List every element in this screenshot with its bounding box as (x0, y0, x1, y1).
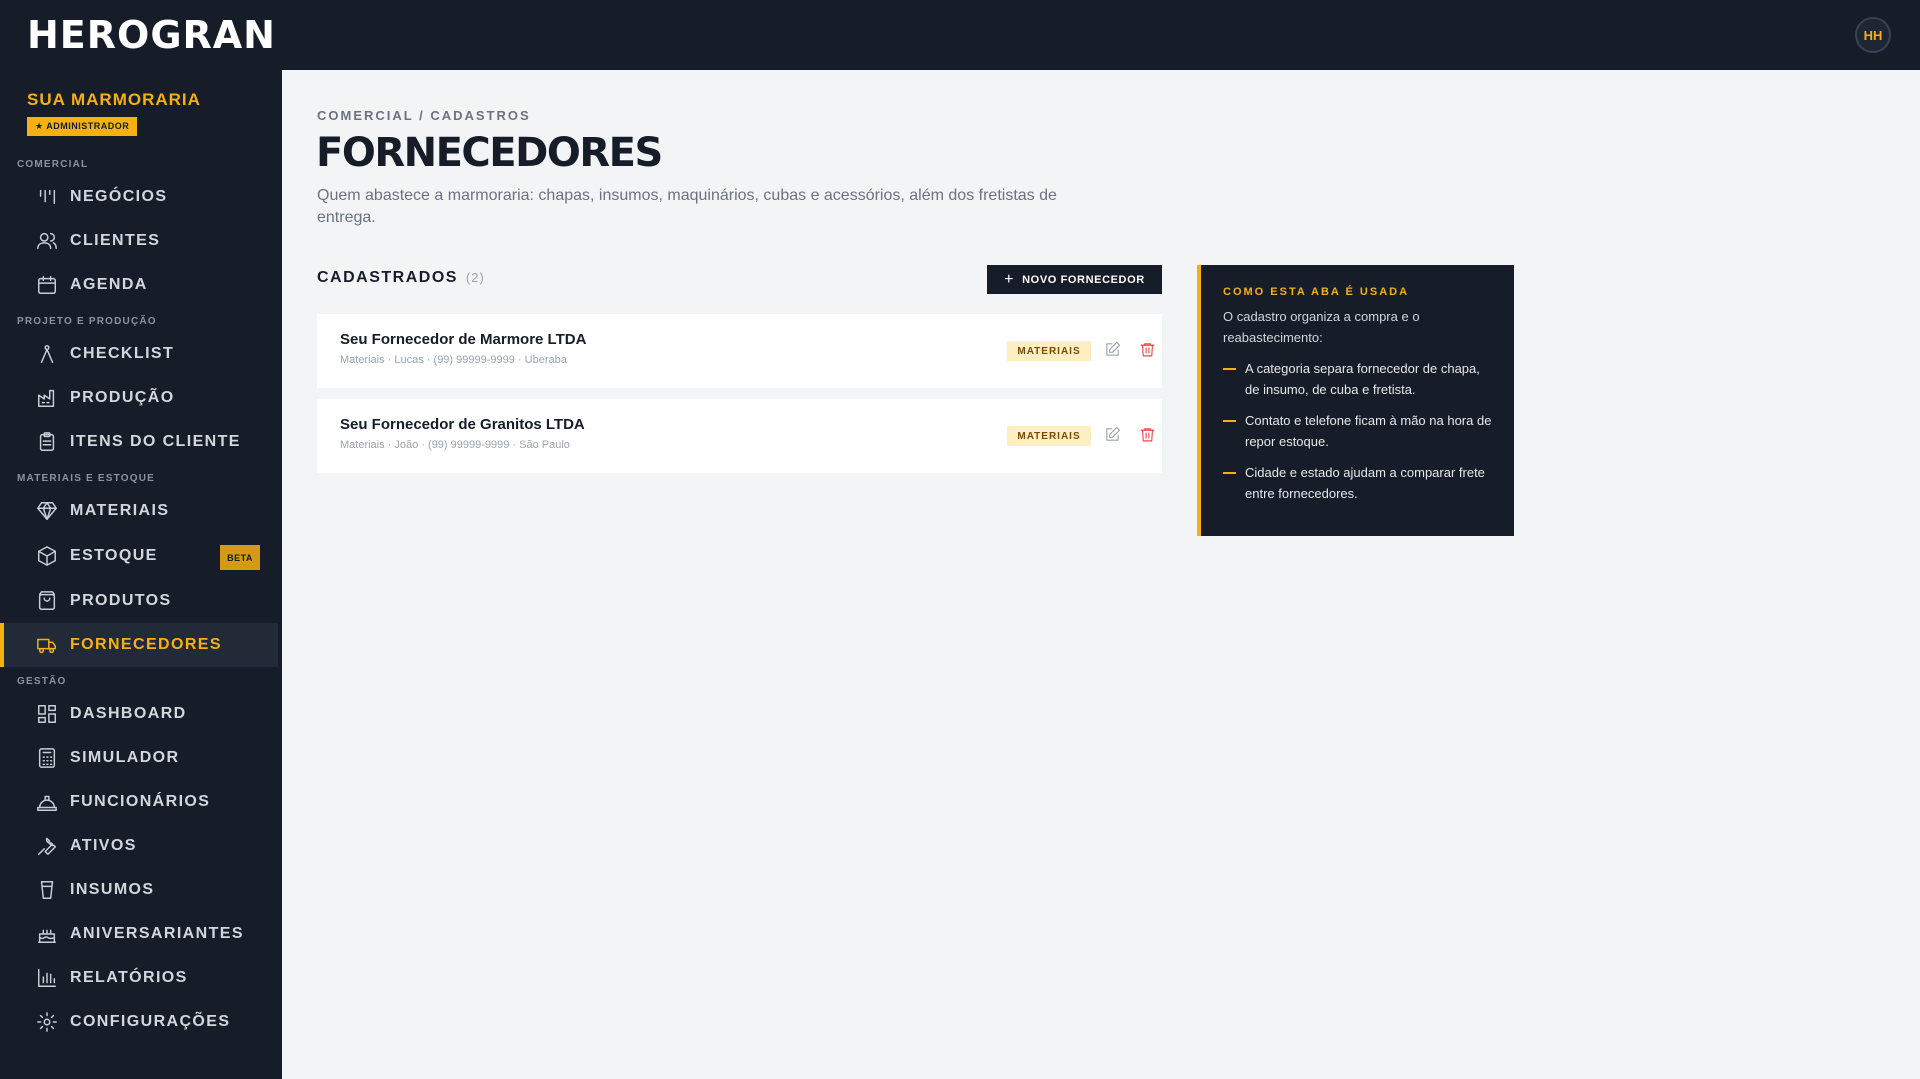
cake-icon (36, 923, 58, 945)
calculator-icon (36, 747, 58, 769)
sidebar-item-relatorios[interactable]: RELATÓRIOS (0, 956, 278, 1000)
sidebar-item-materiais[interactable]: MATERIAIS (0, 489, 278, 533)
sidebar-item-label: CLIENTES (70, 232, 161, 249)
cup-icon (36, 879, 58, 901)
breadcrumb: COMERCIAL / CADASTROS (317, 108, 531, 123)
user-avatar[interactable]: HH (1855, 17, 1891, 53)
edit-button[interactable] (1102, 339, 1122, 359)
sidebar-item-checklist[interactable]: CHECKLIST (0, 332, 278, 376)
sidebar-item-label: RELATÓRIOS (70, 969, 188, 986)
truck-icon (36, 634, 58, 656)
org-name: SUA MARMORARIA (27, 90, 201, 109)
sidebar-item-label: ESTOQUE (70, 547, 158, 564)
gem-icon (36, 500, 58, 522)
sidebar-item-insumos[interactable]: INSUMOS (0, 868, 278, 912)
delete-button[interactable] (1137, 424, 1157, 444)
supplier-card[interactable]: Seu Fornecedor de Granitos LTDA Materiai… (317, 399, 1162, 473)
category-tag: MATERIAIS (1007, 341, 1091, 361)
sidebar-item-simulador[interactable]: SIMULADOR (0, 736, 278, 780)
delete-button[interactable] (1137, 339, 1157, 359)
settings-icon (36, 1011, 58, 1033)
nav-section-gestao: GESTÃO (17, 676, 67, 687)
box-icon (36, 545, 58, 567)
trash-icon (1140, 427, 1154, 441)
sidebar-item-label: CONFIGURAÇÕES (70, 1013, 231, 1030)
sidebar-item-label: PRODUTOS (70, 592, 172, 609)
supplier-name: Seu Fornecedor de Granitos LTDA (340, 416, 585, 433)
sidebar-item-aniversariantes[interactable]: ANIVERSARIANTES (0, 912, 278, 956)
list-title: CADASTRADOS (317, 269, 458, 286)
sidebar-item-label: ANIVERSARIANTES (70, 925, 244, 942)
org-brand: SUA MARMORARIA ★ ADMINISTRADOR (0, 70, 282, 144)
sidebar-item-label: NEGÓCIOS (70, 188, 168, 205)
top-bar: HEROGRAN HH (0, 0, 1920, 70)
sidebar-item-produtos[interactable]: PRODUTOS (0, 579, 278, 623)
sidebar-item-configuracoes[interactable]: CONFIGURAÇÕES (0, 1000, 278, 1044)
sidebar-item-label: FORNECEDORES (70, 636, 222, 653)
sidebar-item-ativos[interactable]: ATIVOS (0, 824, 278, 868)
list-count: (2) (465, 270, 485, 285)
sidebar-item-dashboard[interactable]: DASHBOARD (0, 692, 278, 736)
sidebar-item-label: CHECKLIST (70, 345, 175, 362)
compass-icon (36, 343, 58, 365)
wrench-icon (36, 835, 58, 857)
sidebar-item-negocios[interactable]: NEGÓCIOS (0, 175, 278, 219)
sidebar: SUA MARMORARIA ★ ADMINISTRADOR COMERCIAL… (0, 70, 282, 1079)
supplier-meta: Materiais · Lucas · (99) 99999-9999 · Ub… (340, 354, 567, 366)
sidebar-item-funcionarios[interactable]: FUNCIONÁRIOS (0, 780, 278, 824)
list-header: CADASTRADOS (2) (317, 269, 485, 287)
info-panel: COMO ESTA ABA É USADA O cadastro organiz… (1197, 265, 1514, 536)
sidebar-item-itens-do-cliente[interactable]: ITENS DO CLIENTE (0, 420, 278, 464)
dashboard-icon (36, 703, 58, 725)
sidebar-item-label: DASHBOARD (70, 705, 187, 722)
sidebar-item-fornecedores[interactable]: FORNECEDORES (0, 623, 278, 667)
info-list: A categoria separa fornecedor de chapa, … (1223, 358, 1494, 504)
nav-section-projeto: PROJETO E PRODUÇÃO (17, 316, 157, 327)
role-badge: ★ ADMINISTRADOR (27, 117, 138, 136)
page-title: FORNECEDORES (316, 130, 663, 176)
sidebar-item-label: ITENS DO CLIENTE (70, 433, 241, 450)
info-point: A categoria separa fornecedor de chapa, … (1223, 358, 1494, 400)
info-point: Contato e telefone ficam à mão na hora d… (1223, 410, 1494, 452)
sidebar-item-agenda[interactable]: AGENDA (0, 263, 278, 307)
info-intro: O cadastro organiza a compra e o reabast… (1223, 309, 1420, 345)
bar-chart-icon (36, 967, 58, 989)
edit-icon (1105, 341, 1120, 356)
nav-section-comercial: COMERCIAL (17, 159, 89, 170)
nav-section-materiais: MATERIAIS E ESTOQUE (17, 473, 156, 484)
sidebar-item-label: PRODUÇÃO (70, 389, 175, 406)
new-supplier-label: NOVO FORNECEDOR (1022, 273, 1145, 286)
sidebar-item-label: MATERIAIS (70, 502, 170, 519)
sidebar-item-label: SIMULADOR (70, 749, 180, 766)
new-supplier-button[interactable]: + NOVO FORNECEDOR (987, 265, 1162, 294)
page-description: Quem abastece a marmoraria: chapas, insu… (317, 187, 1057, 226)
hard-hat-icon (36, 791, 58, 813)
users-icon (36, 230, 58, 252)
supplier-name: Seu Fornecedor de Marmore LTDA (340, 331, 587, 348)
shopping-bag-icon (36, 590, 58, 612)
sidebar-item-label: INSUMOS (70, 881, 155, 898)
category-tag: MATERIAIS (1007, 426, 1091, 446)
app-logo[interactable]: HEROGRAN (27, 13, 276, 57)
factory-icon (36, 387, 58, 409)
main-content: COMERCIAL / CADASTROS FORNECEDORES Quem … (282, 70, 1920, 1079)
sidebar-item-label: FUNCIONÁRIOS (70, 793, 211, 810)
kanban-icon (36, 186, 58, 208)
calendar-icon (36, 274, 58, 296)
sidebar-item-producao[interactable]: PRODUÇÃO (0, 376, 278, 420)
sidebar-item-label: ATIVOS (70, 837, 137, 854)
supplier-card[interactable]: Seu Fornecedor de Marmore LTDA Materiais… (317, 314, 1162, 388)
edit-icon (1105, 426, 1120, 441)
edit-button[interactable] (1102, 424, 1122, 444)
sidebar-item-estoque[interactable]: ESTOQUE BETA (0, 533, 278, 579)
sidebar-item-label: AGENDA (70, 276, 148, 293)
plus-icon: + (1004, 270, 1015, 288)
clipboard-icon (36, 431, 58, 453)
info-point: Cidade e estado ajudam a comparar frete … (1223, 462, 1494, 504)
trash-icon (1140, 342, 1154, 356)
supplier-meta: Materiais · João · (99) 99999-9999 · São… (340, 439, 570, 451)
beta-badge: BETA (220, 545, 260, 570)
info-title: COMO ESTA ABA É USADA (1223, 286, 1410, 298)
sidebar-item-clientes[interactable]: CLIENTES (0, 219, 278, 263)
